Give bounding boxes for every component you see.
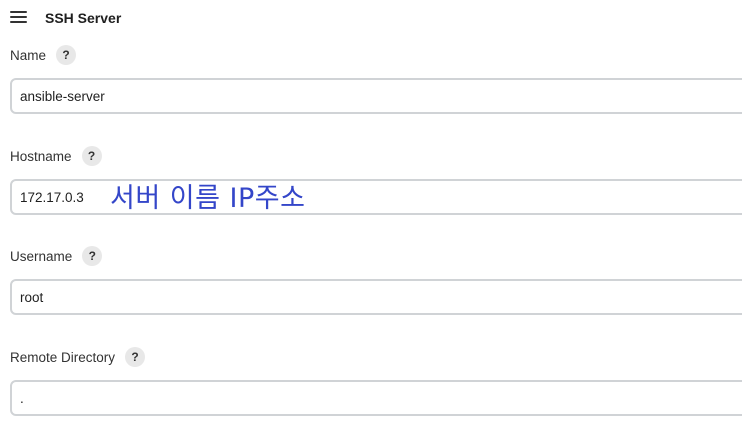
section-title: SSH Server xyxy=(45,10,122,26)
remote-directory-label: Remote Directory xyxy=(10,349,116,365)
name-label-row: Name ? xyxy=(10,45,77,65)
remote-directory-input[interactable] xyxy=(10,380,742,416)
section-header: SSH Server xyxy=(0,0,742,36)
hostname-help-icon[interactable]: ? xyxy=(81,146,102,166)
annotation-server-name-ip: 서버 이름 IP주소 xyxy=(110,183,306,214)
ssh-server-config-panel: SSH Server Name ? Hostname ? 서버 이름 IP주소 … xyxy=(0,0,742,433)
username-label-row: Username ? xyxy=(10,246,103,266)
remote-directory-label-row: Remote Directory ? xyxy=(10,347,146,367)
hostname-label: Hostname xyxy=(10,148,72,164)
username-help-icon[interactable]: ? xyxy=(82,246,103,266)
name-input[interactable] xyxy=(10,78,742,114)
name-label: Name xyxy=(10,47,47,63)
username-label: Username xyxy=(10,248,73,264)
remote-directory-help-icon[interactable]: ? xyxy=(125,347,146,367)
username-input[interactable] xyxy=(10,279,742,315)
hamburger-drag-icon[interactable] xyxy=(10,11,27,23)
name-help-icon[interactable]: ? xyxy=(56,45,77,65)
hostname-label-row: Hostname ? xyxy=(10,146,102,166)
